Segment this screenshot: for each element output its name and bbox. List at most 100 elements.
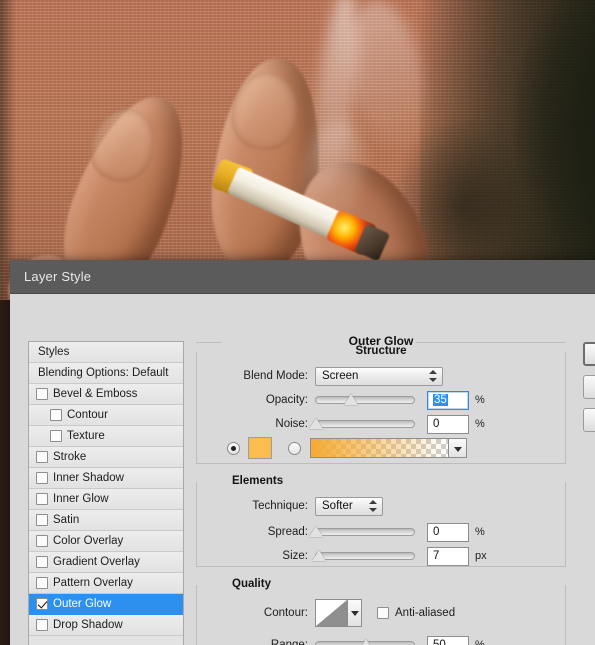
styles-item-inner-glow[interactable]: Inner Glow xyxy=(29,489,183,510)
contour-preview[interactable] xyxy=(315,599,348,627)
styles-item-label: Stroke xyxy=(53,451,87,463)
contour-label: Contour: xyxy=(263,607,308,619)
styles-list[interactable]: Styles Blending Options: Default Bevel &… xyxy=(28,341,184,645)
structure-group: Structure Blend Mode: Screen Opacity: 35… xyxy=(196,345,566,464)
ok-button[interactable]: OK xyxy=(583,342,595,366)
styles-effect-rows: Bevel & Emboss Contour Texture Stroke Inner … xyxy=(29,384,183,636)
size-value: 7 xyxy=(433,550,440,562)
dialog-body: Styles Blending Options: Default Bevel &… xyxy=(10,294,595,645)
stepper-arrows-icon xyxy=(429,370,437,382)
blend-mode-row: Blend Mode: Screen xyxy=(197,366,565,386)
effect-enable-checkbox[interactable] xyxy=(36,535,48,547)
size-slider[interactable] xyxy=(312,550,415,561)
glow-color-swatch[interactable] xyxy=(248,437,272,459)
styles-item-gradient-overlay[interactable]: Gradient Overlay xyxy=(29,552,183,573)
styles-item-color-overlay[interactable]: Color Overlay xyxy=(29,531,183,552)
styles-item-label: Inner Glow xyxy=(53,493,109,505)
styles-item-label: Drop Shadow xyxy=(53,619,123,631)
range-input[interactable]: 50 xyxy=(427,635,469,645)
effect-settings-panel: Outer Glow Structure Blend Mode: Screen xyxy=(196,334,566,645)
blend-mode-value: Screen xyxy=(322,370,359,382)
styles-item-label: Gradient Overlay xyxy=(53,556,140,568)
glow-gradient-swatch[interactable] xyxy=(310,438,449,458)
styles-item-blending-options[interactable]: Blending Options: Default xyxy=(29,363,183,384)
styles-item-drop-shadow[interactable]: Drop Shadow xyxy=(29,615,183,636)
styles-item-contour[interactable]: Contour xyxy=(29,405,183,426)
technique-dropdown[interactable]: Softer xyxy=(315,496,383,516)
effect-enable-checkbox[interactable] xyxy=(36,472,48,484)
effect-enable-checkbox[interactable] xyxy=(36,388,48,400)
effect-enable-checkbox[interactable] xyxy=(36,577,48,589)
technique-value: Softer xyxy=(322,500,353,512)
noise-slider-thumb[interactable] xyxy=(309,418,323,429)
styles-item-label: Texture xyxy=(67,430,105,442)
section-header: Outer Glow xyxy=(196,334,566,348)
noise-unit: % xyxy=(475,418,485,430)
effect-enable-checkbox[interactable] xyxy=(36,619,48,631)
range-row: Range: 50 % xyxy=(197,635,565,645)
section-rule-left xyxy=(196,342,222,343)
styles-item-pattern-overlay[interactable]: Pattern Overlay xyxy=(29,573,183,594)
opacity-value: 35 xyxy=(433,394,448,406)
range-slider[interactable] xyxy=(315,639,415,645)
stepper-arrows-icon xyxy=(369,500,377,512)
section-rule-right xyxy=(416,342,566,343)
color-fill-radio[interactable] xyxy=(227,441,240,455)
opacity-row: Opacity: 35 % xyxy=(197,390,565,410)
styles-header-label: Styles xyxy=(38,346,70,358)
contour-dropdown-arrow[interactable] xyxy=(348,599,362,627)
cancel-button[interactable]: Cancel xyxy=(583,375,595,399)
styles-item-label: Contour xyxy=(67,409,108,421)
dialog-title: Layer Style xyxy=(24,269,92,284)
noise-value: 0 xyxy=(433,418,440,430)
styles-item-bevel-emboss[interactable]: Bevel & Emboss xyxy=(29,384,183,405)
styles-list-filler xyxy=(29,636,183,645)
styles-item-outer-glow[interactable]: Outer Glow xyxy=(29,594,183,615)
styles-item-texture[interactable]: Texture xyxy=(29,426,183,447)
effect-enable-checkbox[interactable] xyxy=(50,430,62,442)
opacity-slider[interactable] xyxy=(315,394,415,405)
effect-enable-checkbox[interactable] xyxy=(36,451,48,463)
spread-slider[interactable] xyxy=(309,526,415,537)
effect-enable-checkbox[interactable] xyxy=(50,409,62,421)
opacity-input[interactable]: 35 xyxy=(427,390,469,410)
effect-enable-checkbox[interactable] xyxy=(36,556,48,568)
new-style-button[interactable]: New Style xyxy=(583,408,595,432)
opacity-slider-thumb[interactable] xyxy=(344,394,358,405)
elements-group: Elements Technique: Softer Spread: 0 % S… xyxy=(196,475,566,567)
opacity-unit: % xyxy=(475,394,485,406)
anti-aliased-checkbox[interactable] xyxy=(377,607,389,619)
effect-enable-checkbox[interactable] xyxy=(36,493,48,505)
styles-item-label: Color Overlay xyxy=(53,535,124,547)
screen: Layer Style Styles Blending Options: Def… xyxy=(0,0,595,645)
effect-enable-checkbox[interactable] xyxy=(36,514,48,526)
noise-label: Noise: xyxy=(275,418,308,430)
size-slider-thumb[interactable] xyxy=(312,550,326,561)
gradient-fill-radio[interactable] xyxy=(288,441,301,455)
contour-curve-graphic xyxy=(316,600,347,626)
noise-input[interactable]: 0 xyxy=(427,414,469,434)
technique-label: Technique: xyxy=(252,500,308,512)
styles-item-satin[interactable]: Satin xyxy=(29,510,183,531)
elements-title-text: Elements xyxy=(225,475,291,487)
blend-mode-label: Blend Mode: xyxy=(243,370,308,382)
noise-slider[interactable] xyxy=(309,418,415,429)
background-photo xyxy=(0,0,595,300)
blend-mode-dropdown[interactable]: Screen xyxy=(315,366,443,386)
spread-row: Spread: 0 % xyxy=(197,522,565,542)
spread-input[interactable]: 0 xyxy=(427,522,469,542)
anti-aliased-control[interactable]: Anti-aliased xyxy=(377,607,455,619)
styles-item-stroke[interactable]: Stroke xyxy=(29,447,183,468)
section-title: Outer Glow xyxy=(348,334,414,348)
opacity-label: Opacity: xyxy=(265,394,308,406)
elements-group-title: Elements xyxy=(197,475,565,487)
spread-slider-thumb[interactable] xyxy=(309,526,323,537)
size-label: Size: xyxy=(282,550,308,562)
range-slider-thumb[interactable] xyxy=(359,639,373,645)
effect-enable-checkbox[interactable] xyxy=(36,598,48,610)
dialog-titlebar[interactable]: Layer Style xyxy=(10,260,595,294)
size-input[interactable]: 7 xyxy=(427,546,469,566)
gradient-preset-dropdown-arrow[interactable] xyxy=(449,438,467,458)
dialog-buttons: OK Cancel New Style xyxy=(583,342,595,441)
styles-item-inner-shadow[interactable]: Inner Shadow xyxy=(29,468,183,489)
